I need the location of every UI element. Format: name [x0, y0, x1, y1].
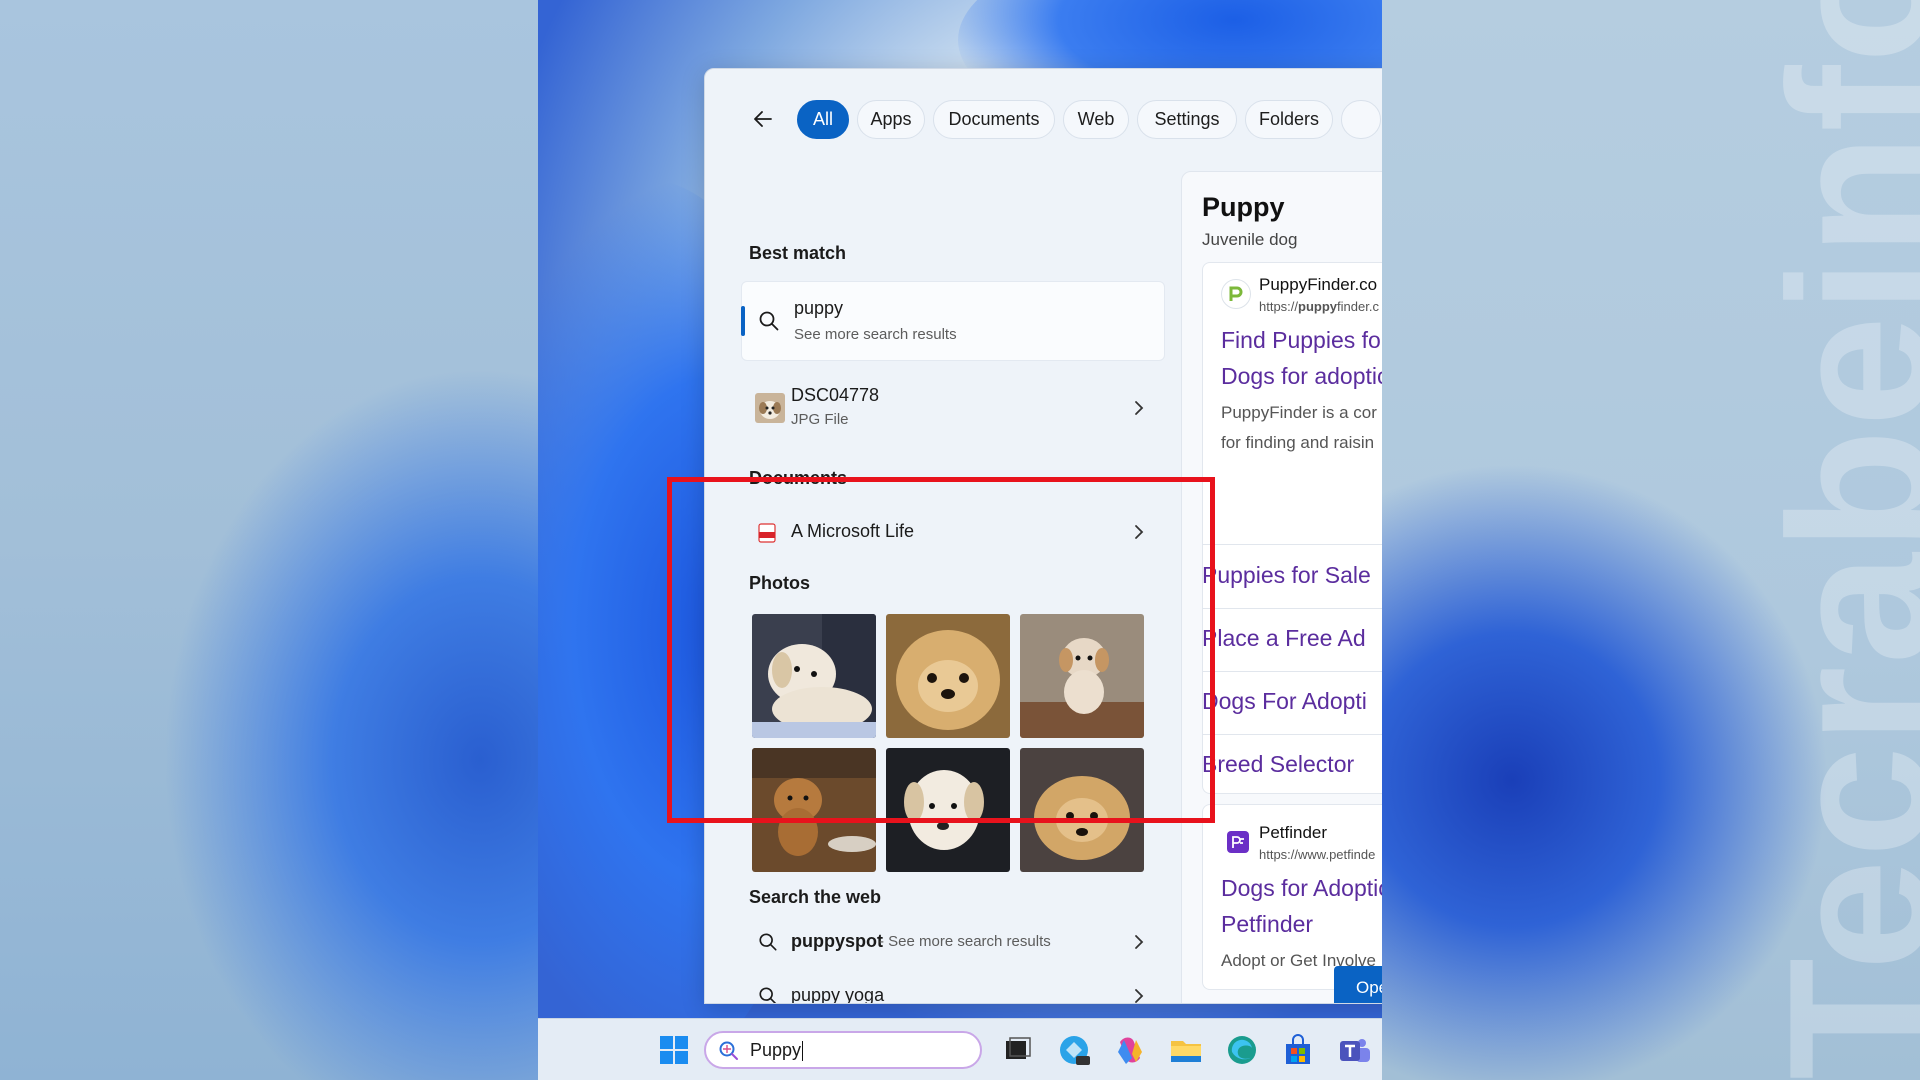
- edge-icon[interactable]: [1224, 1032, 1260, 1068]
- source-name: Petfinder: [1259, 823, 1328, 842]
- search-icon: [759, 987, 777, 1003]
- file-title: DSC04778: [791, 385, 880, 405]
- file-explorer-icon[interactable]: [1168, 1032, 1204, 1068]
- store-icon[interactable]: [1280, 1032, 1316, 1068]
- source-name: PuppyFinder.co: [1259, 275, 1378, 294]
- copilot-pre-icon[interactable]: [1056, 1032, 1092, 1068]
- teams-icon[interactable]: [1336, 1032, 1372, 1068]
- search-web-heading: Search the web: [749, 887, 882, 907]
- divider: [1202, 671, 1382, 672]
- sitelink[interactable]: Puppies for Sale: [1202, 562, 1371, 589]
- selection-indicator: [741, 306, 745, 336]
- result-headline-link[interactable]: Find Puppies fo: [1221, 327, 1381, 354]
- task-view-icon[interactable]: [1000, 1032, 1036, 1068]
- web-suggestion-query: puppyspot: [791, 931, 883, 951]
- divider: [1202, 734, 1382, 735]
- source-url: https://puppyfinder.c: [1259, 299, 1379, 314]
- result-headline-link[interactable]: Dogs for Adoptic: [1221, 875, 1382, 902]
- photos-highlight-box: [667, 477, 1215, 823]
- best-match-subtitle: See more search results: [794, 326, 957, 343]
- web-suggestion-extra: - See more search results: [879, 933, 1051, 950]
- filter-bar: All Apps Documents Web Settings Folders: [705, 69, 1382, 171]
- preview-title: Puppy: [1202, 192, 1285, 222]
- windows-desktop: All Apps Documents Web Settings Folders …: [538, 0, 1382, 1080]
- search-icon: [759, 933, 777, 951]
- puppyfinder-logo-icon: [1221, 279, 1251, 309]
- preview-subtitle: Juvenile dog: [1202, 230, 1298, 249]
- divider: [1202, 608, 1382, 609]
- web-suggestion-query: puppy yoga: [791, 985, 885, 1004]
- tab-web[interactable]: Web: [1063, 100, 1129, 139]
- photo-thumbnail-icon: [755, 393, 785, 423]
- sitelink[interactable]: Dogs For Adopti: [1202, 688, 1367, 715]
- search-input-value: Puppy: [750, 1040, 804, 1062]
- divider: [1202, 544, 1382, 545]
- file-result[interactable]: DSC04778 JPG File: [741, 381, 1165, 435]
- web-result-card: Petfinder https://www.petfinde Dogs for …: [1202, 804, 1382, 990]
- search-icon: [759, 311, 779, 331]
- back-arrow-icon: [754, 111, 772, 127]
- copilot-search-icon: [719, 1041, 738, 1060]
- tab-documents[interactable]: Documents: [933, 100, 1055, 139]
- tab-folders[interactable]: Folders: [1245, 100, 1333, 139]
- back-button[interactable]: [745, 101, 781, 137]
- windows-start-icon[interactable]: [656, 1032, 692, 1068]
- watermark-text: Tecrabeinfo: [1748, 0, 1920, 1080]
- chevron-right-icon: [1135, 935, 1144, 949]
- open-button[interactable]: Oper: [1334, 966, 1382, 1003]
- chevron-right-icon: [1135, 401, 1144, 415]
- blurred-wallpaper-left: [0, 0, 538, 1080]
- petfinder-logo-icon: [1227, 831, 1249, 853]
- sitelink[interactable]: Breed Selector: [1202, 751, 1354, 778]
- chevron-right-icon: [1135, 989, 1144, 1003]
- tab-overflow[interactable]: [1341, 100, 1381, 139]
- result-headline-link[interactable]: Dogs for adoptic: [1221, 363, 1382, 390]
- best-match-result[interactable]: puppy See more search results: [741, 281, 1165, 361]
- taskbar-search-input[interactable]: Puppy: [704, 1031, 982, 1069]
- tab-all[interactable]: All: [797, 100, 849, 139]
- sitelink[interactable]: Place a Free Ad: [1202, 625, 1366, 652]
- taskbar: Puppy: [538, 1018, 1382, 1080]
- copilot-icon[interactable]: [1112, 1032, 1148, 1068]
- tab-settings[interactable]: Settings: [1137, 100, 1237, 139]
- file-subtitle: JPG File: [791, 411, 849, 428]
- result-description: for finding and raisin: [1221, 433, 1375, 452]
- best-match-title: puppy: [794, 298, 844, 318]
- web-suggestion[interactable]: puppy yoga: [741, 973, 1165, 1004]
- best-match-heading: Best match: [749, 243, 847, 263]
- web-suggestion[interactable]: puppyspot - See more search results: [741, 919, 1165, 965]
- tab-apps[interactable]: Apps: [857, 100, 925, 139]
- result-headline-link[interactable]: Petfinder: [1221, 911, 1313, 938]
- source-url: https://www.petfinde: [1259, 847, 1376, 862]
- result-description: PuppyFinder is a cor: [1221, 403, 1377, 422]
